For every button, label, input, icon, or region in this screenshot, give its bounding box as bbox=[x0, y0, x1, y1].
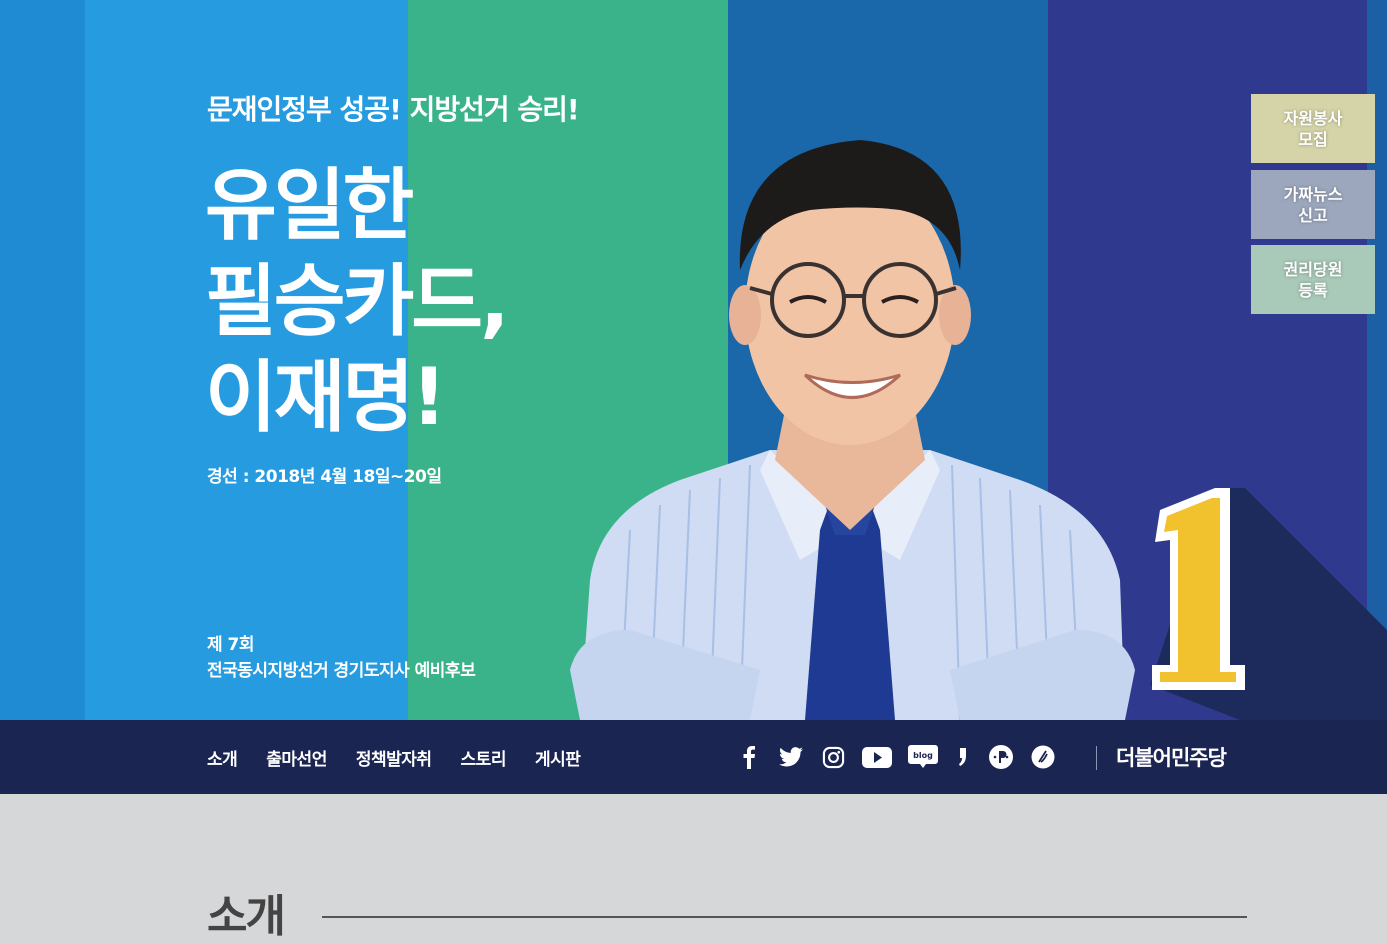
ballot-number-graphic: 1 bbox=[1150, 488, 1387, 720]
party-logo[interactable]: 더불어민주당 bbox=[1116, 742, 1227, 772]
social-links: blog bbox=[735, 720, 1057, 794]
button-label: 모집 bbox=[1298, 129, 1328, 149]
headline-line: 이재명! bbox=[205, 353, 447, 443]
hero-slogan: 문재인정부 성공! 지방선거 승리! bbox=[207, 93, 580, 126]
nav-item-policy[interactable]: 정책발자취 bbox=[356, 745, 432, 770]
button-label: 권리당원 bbox=[1283, 259, 1343, 279]
fake-news-report-button[interactable]: 가짜뉴스 신고 bbox=[1251, 170, 1375, 239]
button-label: 신고 bbox=[1298, 205, 1328, 225]
button-label: 자원봉사 bbox=[1283, 108, 1343, 128]
nav-item-story[interactable]: 스토리 bbox=[461, 745, 507, 770]
bg-stripe bbox=[0, 0, 85, 720]
svg-text:blog: blog bbox=[913, 751, 933, 760]
twitter-icon[interactable] bbox=[777, 743, 805, 771]
volunteer-recruit-button[interactable]: 자원봉사 모집 bbox=[1251, 94, 1375, 163]
button-label: 가짜뉴스 bbox=[1283, 184, 1343, 204]
hero-banner: 문재인정부 성공! 지방선거 승리! 유일한 필승카드, 이재명! 경선 : 2… bbox=[0, 0, 1387, 720]
candidate-info-line: 전국동시지방선거 경기도지사 예비후보 bbox=[207, 661, 476, 681]
section-title: 소개 bbox=[207, 891, 286, 942]
candidate-info-line: 제 7회 bbox=[207, 635, 255, 655]
section-divider bbox=[322, 916, 1247, 918]
brunch-icon[interactable] bbox=[1029, 743, 1057, 771]
candidate-info: 제 7회 전국동시지방선거 경기도지사 예비후보 bbox=[207, 632, 476, 684]
nav-item-intro[interactable]: 소개 bbox=[207, 745, 238, 770]
pinterest-icon[interactable] bbox=[987, 743, 1015, 771]
headline-line: 필승카드, bbox=[205, 257, 510, 347]
blog-icon[interactable]: blog bbox=[907, 743, 939, 771]
nav-item-board[interactable]: 게시판 bbox=[535, 745, 581, 770]
headline-line: 유일한 bbox=[205, 161, 414, 251]
nav-divider bbox=[1096, 746, 1097, 770]
candidate-portrait bbox=[570, 140, 1135, 720]
election-date: 경선 : 2018년 4월 18일~20일 bbox=[207, 467, 442, 487]
hero-headline: 유일한 필승카드, 이재명! bbox=[205, 158, 510, 446]
instagram-icon[interactable] bbox=[819, 743, 847, 771]
facebook-icon[interactable] bbox=[735, 743, 763, 771]
nav-item-declaration[interactable]: 출마선언 bbox=[266, 745, 327, 770]
youtube-icon[interactable] bbox=[861, 743, 893, 771]
nav-links: 소개 출마선언 정책발자취 스토리 게시판 bbox=[207, 720, 581, 794]
button-label: 등록 bbox=[1298, 280, 1328, 300]
kakaostory-icon[interactable] bbox=[953, 743, 973, 771]
party-member-register-button[interactable]: 권리당원 등록 bbox=[1251, 245, 1375, 314]
